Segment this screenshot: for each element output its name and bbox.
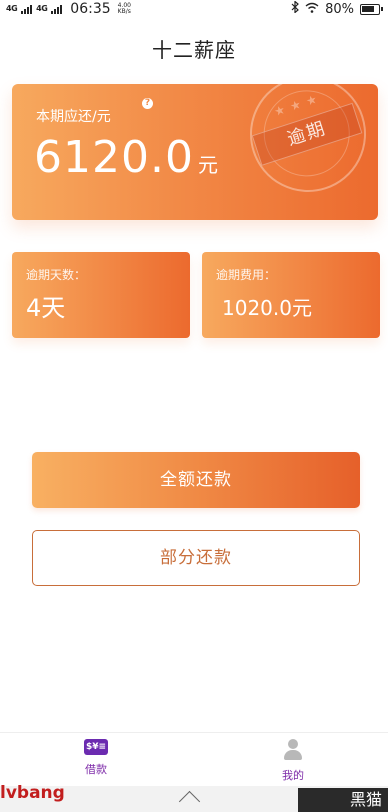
partial-repay-button[interactable]: 部分还款 <box>32 530 360 586</box>
watermark-left: lvbang <box>0 783 65 803</box>
overdue-fee-value: 1020.0元 <box>222 296 312 320</box>
loan-icon: $¥≡ <box>84 739 108 755</box>
user-icon <box>282 739 304 761</box>
status-left: 4G 4G 06:35 4.00 KB/s <box>6 0 131 18</box>
amount-due-card: 本期应还/元 ? 6120.0 元 ★★★ 逾期 <box>12 84 378 220</box>
overdue-days-value: 4天 <box>26 294 66 322</box>
signal-1-icon <box>21 4 33 14</box>
overdue-days-label: 逾期天数： <box>26 268 87 282</box>
battery-icon <box>360 3 383 15</box>
amount-due: 6120.0 元 <box>34 132 218 183</box>
watermark-right: 黑猫 <box>298 788 388 812</box>
status-right: 80% <box>291 0 383 18</box>
signal-1-label: 4G <box>6 4 18 13</box>
battery-percent: 80% <box>325 1 354 17</box>
nav-item-mine[interactable]: 我的 <box>263 739 323 783</box>
amount-due-label: 本期应还/元 <box>36 109 111 125</box>
nav-item-loan[interactable]: $¥≡ 借款 <box>66 739 126 777</box>
overdue-days-card: 逾期天数： 4天 <box>12 252 190 338</box>
bluetooth-icon <box>291 0 299 17</box>
page-title: 十二薪座 <box>152 38 236 62</box>
amount-due-unit: 元 <box>197 153 218 177</box>
overdue-fee-card: 逾期费用： 1020.0元 <box>202 252 380 338</box>
clock: 06:35 <box>70 1 111 17</box>
amount-due-value: 6120.0 <box>34 132 194 183</box>
network-speed-unit: KB/s <box>117 8 131 15</box>
nav-item-mine-label: 我的 <box>282 769 304 782</box>
overdue-stamp-icon: ★★★ 逾期 <box>234 84 378 208</box>
full-repay-button[interactable]: 全额还款 <box>32 452 360 508</box>
status-bar: 4G 4G 06:35 4.00 KB/s 80% <box>0 0 388 18</box>
bottom-nav: $¥≡ 借款 我的 <box>0 732 388 787</box>
network-speed: 4.00 KB/s <box>118 3 131 15</box>
wifi-icon <box>305 2 319 17</box>
signal-2-icon <box>51 4 63 14</box>
help-icon[interactable]: ? <box>142 98 153 109</box>
signal-2-label: 4G <box>36 4 48 13</box>
nav-item-loan-label: 借款 <box>85 763 107 776</box>
home-chevron-icon[interactable] <box>178 790 201 812</box>
overdue-fee-label: 逾期费用： <box>216 268 277 282</box>
